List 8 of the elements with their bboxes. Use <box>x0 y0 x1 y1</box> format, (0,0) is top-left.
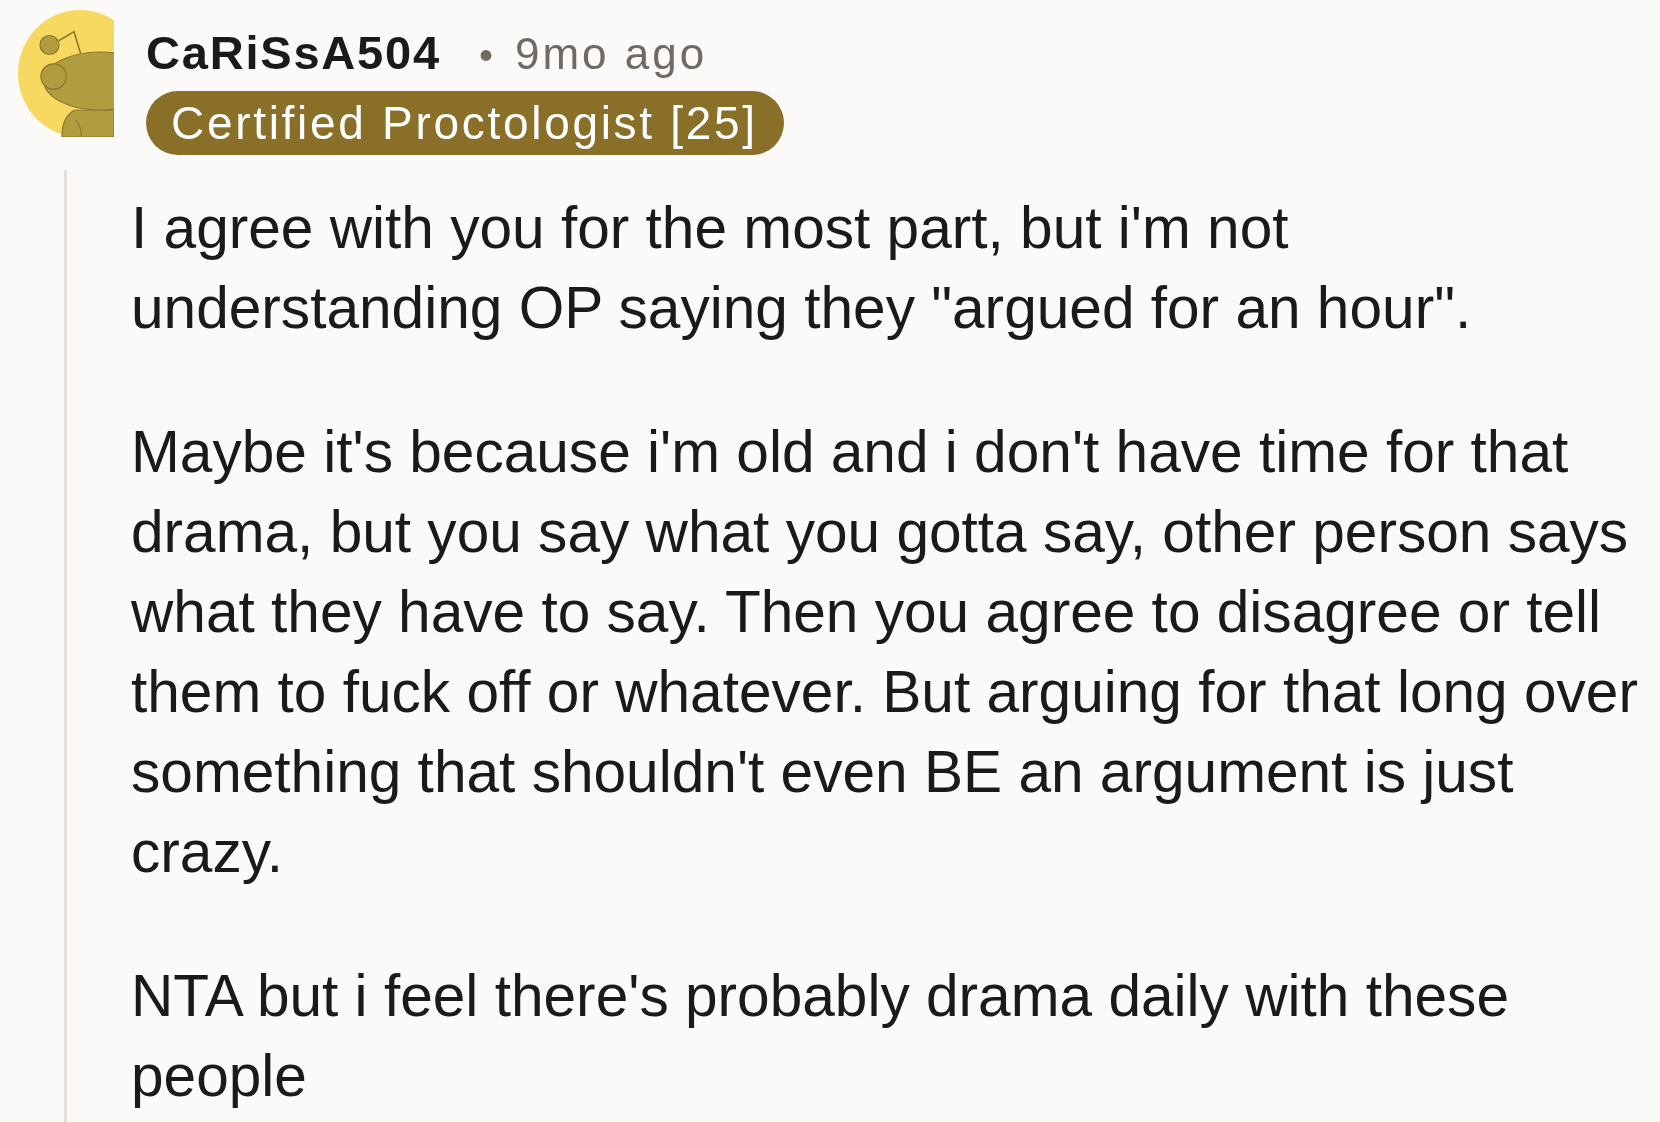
timestamp-link[interactable]: 9mo ago <box>514 26 708 82</box>
comment-paragraph: NTA but i feel there's probably drama daily with these people <box>131 962 1510 1110</box>
separator-dot: • <box>478 32 493 79</box>
comment-paragraph: Maybe it's because i'm old and i don't have time for that drama, but you say what you gotta say, other person says what they have to say. Then you agree to disagree or tell them to fuck off or whatever. But arguing for that long over something that shouldn't even BE an argument is just crazy. <box>131 418 1639 886</box>
user-flair: Certified Proctologist [25] <box>146 91 784 155</box>
avatar-icon[interactable] <box>18 10 114 137</box>
comment-paragraph: I agree with you for the most part, but i'm not understanding OP saying they "argued for an hour". <box>131 194 1473 342</box>
username-link[interactable]: CaRiSsA504 <box>146 25 441 81</box>
